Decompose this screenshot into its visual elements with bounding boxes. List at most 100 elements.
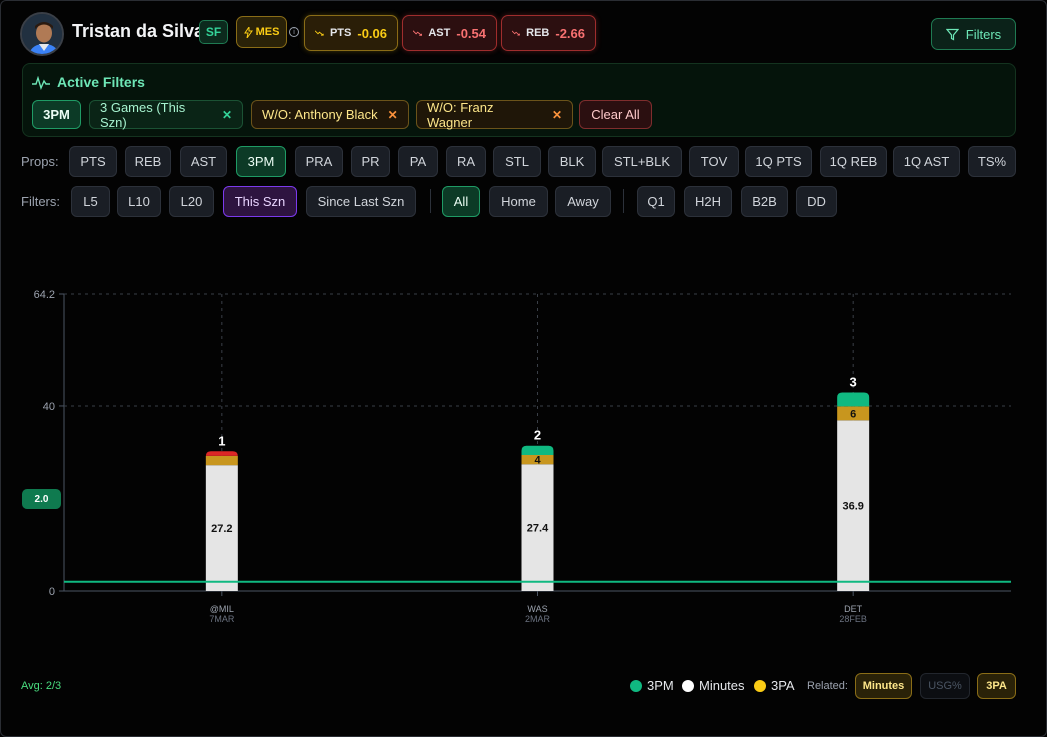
filter-pill-b2b[interactable]: B2B [741,186,788,217]
trend-down-icon [315,30,324,36]
bar-total-label: 3 [850,375,857,390]
x-tick-label-opponent: @MIL [210,604,234,614]
filter-pill-this-szn[interactable]: This Szn [223,186,297,217]
active-filter-without-wagner[interactable]: W/O: Franz Wagner ✕ [416,99,573,130]
filter-pill-home[interactable]: Home [489,186,548,217]
stat-label: REB [526,27,550,39]
legend-dot [754,679,766,692]
legend-item-3pa: 3PA [754,678,795,693]
legend-label: 3PM [647,678,674,693]
stat-value: -0.54 [456,25,486,41]
stat-chip-ast[interactable]: AST -0.54 [402,15,497,51]
legend-item-3pm: 3PM [630,678,674,693]
prop-pill-pra[interactable]: PRA [295,146,343,177]
filter-pill-dd[interactable]: DD [796,186,837,217]
prop-pill-stl-blk[interactable]: STL+BLK [602,146,682,177]
filters-row-label: Filters: [21,194,60,209]
related-minutes-button[interactable]: Minutes [855,673,912,699]
filter-pill-all[interactable]: All [442,186,480,217]
prop-pill-pr[interactable]: PR [351,146,390,177]
bar-3pm [837,392,870,407]
line-value-badge[interactable]: 2.0 [22,489,61,509]
close-icon[interactable]: ✕ [222,108,232,122]
active-filter-3pm[interactable]: 3PM [32,100,81,129]
prop-pill-ts-[interactable]: TS% [968,146,1016,177]
stat-value: -0.06 [357,25,387,41]
prop-pill-blk[interactable]: BLK [548,146,596,177]
stat-value: -2.66 [555,25,585,41]
filter-pill-h2h[interactable]: H2H [684,186,732,217]
legend-item-minutes: Minutes [682,678,745,693]
bar-minutes-label: 36.9 [842,501,863,513]
x-tick-label-date: 28FEB [839,614,867,624]
divider [430,189,431,213]
filters-button-label: Filters [965,26,1002,42]
stat-chip-reb[interactable]: REB -2.66 [501,15,596,51]
prop-pill-reb[interactable]: REB [125,146,171,177]
bar-3pa-label: 4 [534,455,541,467]
prop-pill-1q-ast[interactable]: 1Q AST [893,146,960,177]
bar-3pa [205,455,238,466]
legend-dot [630,679,642,692]
prop-pill-pa[interactable]: PA [398,146,438,177]
x-tick-label-opponent: WAS [527,604,547,614]
related-label: Related: [807,680,848,692]
prop-pill-ast[interactable]: AST [180,146,227,177]
filter-pill-l10[interactable]: L10 [117,186,161,217]
info-icon[interactable]: i [289,27,299,37]
player-name: Tristan da Silva [72,21,205,41]
bar-3pa-label: 6 [850,408,856,420]
legend-dot [682,679,694,692]
close-icon[interactable]: ✕ [552,108,562,122]
bar-3pm [521,445,554,455]
stat-chip-pts[interactable]: PTS -0.06 [304,15,398,51]
x-tick-label-opponent: DET [844,604,863,614]
active-filter-games[interactable]: 3 Games (This Szn) ✕ [89,99,243,130]
x-tick-label-date: 2MAR [525,614,551,624]
prop-pill-3pm[interactable]: 3PM [236,146,286,177]
filter-pill-l5[interactable]: L5 [71,186,110,217]
y-tick-label: 0 [49,586,55,598]
prop-pill-ra[interactable]: RA [446,146,486,177]
divider [623,189,624,213]
bar-total-label: 1 [218,433,225,448]
y-tick-label: 64.2 [34,289,55,301]
mes-label: MES [255,26,280,38]
bar-total-label: 2 [534,428,541,443]
trend-down-icon [413,30,423,36]
tag-label: 3 Games (This Szn) [100,99,186,130]
prop-pill-tov[interactable]: TOV [689,146,739,177]
filter-pill-since-last-szn[interactable]: Since Last Szn [306,186,416,217]
prop-pill-1q-pts[interactable]: 1Q PTS [745,146,812,177]
active-filter-without-black[interactable]: W/O: Anthony Black ✕ [251,100,409,129]
close-icon[interactable]: ✕ [388,108,398,122]
filters-button[interactable]: Filters [931,18,1016,50]
mes-badge[interactable]: MES [236,16,287,48]
bar-minutes-label: 27.2 [211,523,232,535]
activity-icon [32,76,50,90]
stat-label: PTS [329,27,352,39]
tag-label: W/O: Anthony Black [262,107,378,122]
clear-all-button[interactable]: Clear All [579,100,652,129]
filter-pill-q1[interactable]: Q1 [637,186,675,217]
filter-pill-away[interactable]: Away [555,186,611,217]
stat-label: AST [428,27,451,39]
player-avatar [20,12,64,56]
active-filters-panel: Active Filters 3PM 3 Games (This Szn) ✕ W… [22,63,1016,137]
prop-pill-1q-reb[interactable]: 1Q REB [820,146,887,177]
stacked-bar-chart: 0 40 64.2 @MIL7MAR 27.2 1 WAS2MAR 27.4 4 2 DET28FE… [34,289,1011,624]
legend-label: Minutes [699,678,745,693]
tag-label: W/O: Franz Wagner [427,99,494,130]
lightning-icon [243,26,253,38]
trend-down-icon [512,30,520,36]
prop-pill-pts[interactable]: PTS [69,146,117,177]
tag-label: 3PM [43,107,70,122]
related-3pa-button[interactable]: 3PA [977,673,1016,699]
related-usg-button[interactable]: USG% [920,673,970,699]
x-tick-label-date: 7MAR [209,614,235,624]
average-label: Avg: 2/3 [21,680,62,692]
filter-pill-l20[interactable]: L20 [169,186,214,217]
bar-3pm [205,451,238,457]
active-filters-title: Active Filters [57,74,145,90]
prop-pill-stl[interactable]: STL [493,146,541,177]
